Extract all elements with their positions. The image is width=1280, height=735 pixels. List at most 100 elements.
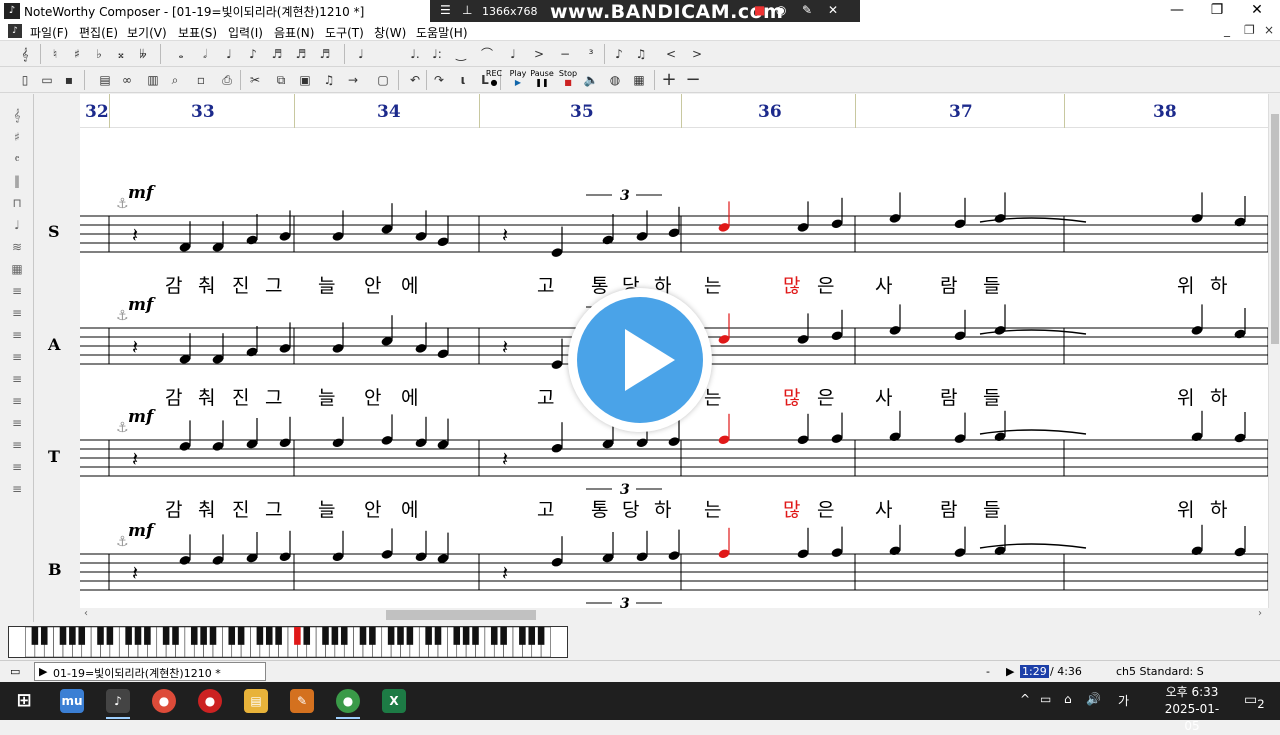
redo-icon[interactable]: ↷	[430, 71, 448, 89]
piano-black-key[interactable]	[275, 627, 282, 645]
piano-black-key[interactable]	[472, 627, 479, 645]
mu-app-button[interactable]: mu	[52, 686, 92, 716]
scroll-right-icon[interactable]: ›	[1258, 608, 1262, 619]
piano-black-key[interactable]	[500, 627, 507, 645]
menu-icon[interactable]: ☰	[440, 3, 451, 17]
double-dotted-icon[interactable]: ♩:	[428, 45, 446, 63]
file-tab[interactable]: ▶ 01-19=빛이되리라(계현찬)1210 *	[34, 662, 266, 681]
piano-black-key[interactable]	[387, 627, 395, 645]
stop-button[interactable]: Stop ■	[556, 69, 580, 87]
quarter-note-icon[interactable]: ♩	[220, 45, 238, 63]
staff-name-a[interactable]: A	[48, 335, 60, 354]
minimize-button[interactable]: —	[1160, 0, 1194, 22]
menu-edit[interactable]: 편집(E)	[79, 24, 118, 41]
time-sig-icon[interactable]: 𝄴	[6, 152, 28, 170]
mdi-close-button[interactable]: ×	[1264, 23, 1274, 37]
camera-icon[interactable]: ◉	[776, 3, 786, 17]
menu-help[interactable]: 도움말(H)	[416, 24, 468, 41]
chrome-taskbar-button[interactable]: ●	[144, 686, 184, 716]
accent-icon[interactable]: >	[530, 45, 548, 63]
paste-icon[interactable]: ▣	[296, 71, 314, 89]
info-icon[interactable]: ι	[454, 71, 472, 89]
pencil-taskbar-button[interactable]: ✎	[282, 686, 322, 716]
piano-black-key[interactable]	[69, 627, 76, 645]
new-file-icon[interactable]: ▯	[16, 71, 34, 89]
dotted-icon[interactable]: ♩.	[406, 45, 424, 63]
piano-black-key[interactable]	[125, 627, 132, 645]
midi-icon[interactable]: ◍	[606, 71, 624, 89]
music-icon[interactable]: ♫	[320, 71, 338, 89]
play-button[interactable]: Play ▶	[506, 69, 530, 87]
key-sig-icon[interactable]: ♯	[6, 130, 28, 148]
copy-icon[interactable]: ⧉	[272, 71, 290, 89]
piano-black-key[interactable]	[78, 627, 86, 645]
rec-button[interactable]: REC ●	[482, 69, 506, 87]
piano-black-key[interactable]	[303, 627, 311, 645]
piano-black-key[interactable]	[453, 627, 461, 645]
eighth-note-icon[interactable]: ♪	[244, 45, 262, 63]
speaker-icon[interactable]: 🔈	[582, 71, 600, 89]
close-icon[interactable]: ✕	[828, 3, 838, 17]
staff-name-s[interactable]: S	[48, 222, 60, 241]
piano-black-key[interactable]	[144, 627, 151, 645]
piano-black-key[interactable]	[237, 627, 245, 645]
horizontal-scrollbar[interactable]: ‹ ›	[80, 608, 1268, 622]
piano-black-key[interactable]	[200, 627, 207, 645]
staff-lines9-icon[interactable]: ≡	[6, 460, 28, 478]
folder-icon[interactable]: ▭	[10, 665, 20, 678]
piano-black-key[interactable]	[59, 627, 67, 645]
double-flat-icon[interactable]: 𝄫	[134, 45, 152, 63]
recorder-taskbar-button[interactable]: ●	[190, 686, 230, 716]
piano-black-key[interactable]	[331, 627, 339, 645]
tempo-icon[interactable]: ♩	[6, 218, 28, 236]
tenuto-icon[interactable]: −	[556, 45, 574, 63]
explorer-taskbar-button[interactable]: ▤	[236, 686, 276, 716]
staff-lines3-icon[interactable]: ≡	[6, 328, 28, 346]
staff-lines8-icon[interactable]: ≡	[6, 438, 28, 456]
natural-icon[interactable]: ♮	[46, 45, 64, 63]
double-sharp-icon[interactable]: 𝄪	[112, 45, 130, 63]
piano-black-key[interactable]	[209, 627, 217, 645]
menu-view[interactable]: 보기(V)	[127, 24, 167, 41]
staff-lines-icon[interactable]: ≡	[6, 284, 28, 302]
piano-black-key[interactable]	[40, 627, 48, 645]
battery-icon[interactable]: ▭	[1040, 692, 1051, 706]
rest-icon[interactable]: ♩	[352, 45, 370, 63]
scroll-thumb[interactable]	[386, 610, 536, 620]
piano-black-key[interactable]	[172, 627, 179, 645]
video-play-overlay[interactable]	[568, 288, 712, 432]
notification-icon[interactable]: ▭2	[1244, 692, 1265, 711]
save-icon[interactable]: ▪	[60, 71, 78, 89]
staff-name-t[interactable]: T	[48, 447, 60, 466]
network-icon[interactable]: ⌂	[1064, 692, 1072, 706]
pencil-icon[interactable]: ✎	[802, 3, 812, 17]
tie-icon[interactable]: ‿	[452, 45, 470, 63]
beam-icon[interactable]: ♫	[632, 45, 650, 63]
grace-icon[interactable]: ♪	[610, 45, 628, 63]
measure-ruler[interactable]: 32 33 34 35 36 37 38	[80, 94, 1268, 128]
piano-black-key[interactable]	[369, 627, 376, 645]
piano-black-key[interactable]	[528, 627, 536, 645]
zoom-out-icon[interactable]: −	[684, 71, 702, 89]
pin-icon[interactable]: ⊥	[462, 3, 472, 17]
view-icon[interactable]: ▥	[144, 71, 162, 89]
mdi-minimize-button[interactable]: _	[1224, 23, 1230, 37]
vertical-scrollbar[interactable]	[1268, 94, 1280, 608]
arrow-icon[interactable]: →	[344, 71, 362, 89]
staff-lines5-icon[interactable]: ≡	[6, 372, 28, 390]
keyboard-icon[interactable]: ▦	[630, 71, 648, 89]
sixteenth-note-icon[interactable]: ♬	[268, 45, 286, 63]
print-preview-icon[interactable]: ▫	[192, 71, 210, 89]
staff-lines10-icon[interactable]: ≡	[6, 482, 28, 500]
flat-icon[interactable]: ♭	[90, 45, 108, 63]
zoom-icon[interactable]: ⌕	[166, 71, 184, 89]
scroll-thumb[interactable]	[1271, 114, 1279, 344]
open-file-icon[interactable]: ▭	[38, 71, 56, 89]
slur-icon[interactable]: ⌒	[478, 45, 496, 63]
staff-lines2-icon[interactable]: ≡	[6, 306, 28, 324]
decrescendo-icon[interactable]: >	[688, 45, 706, 63]
menu-insert[interactable]: 입력(I)	[228, 24, 263, 41]
piano-black-key[interactable]	[190, 627, 198, 645]
piano-black-key[interactable]	[256, 627, 264, 645]
rec-dot-icon[interactable]: ■	[754, 3, 765, 17]
